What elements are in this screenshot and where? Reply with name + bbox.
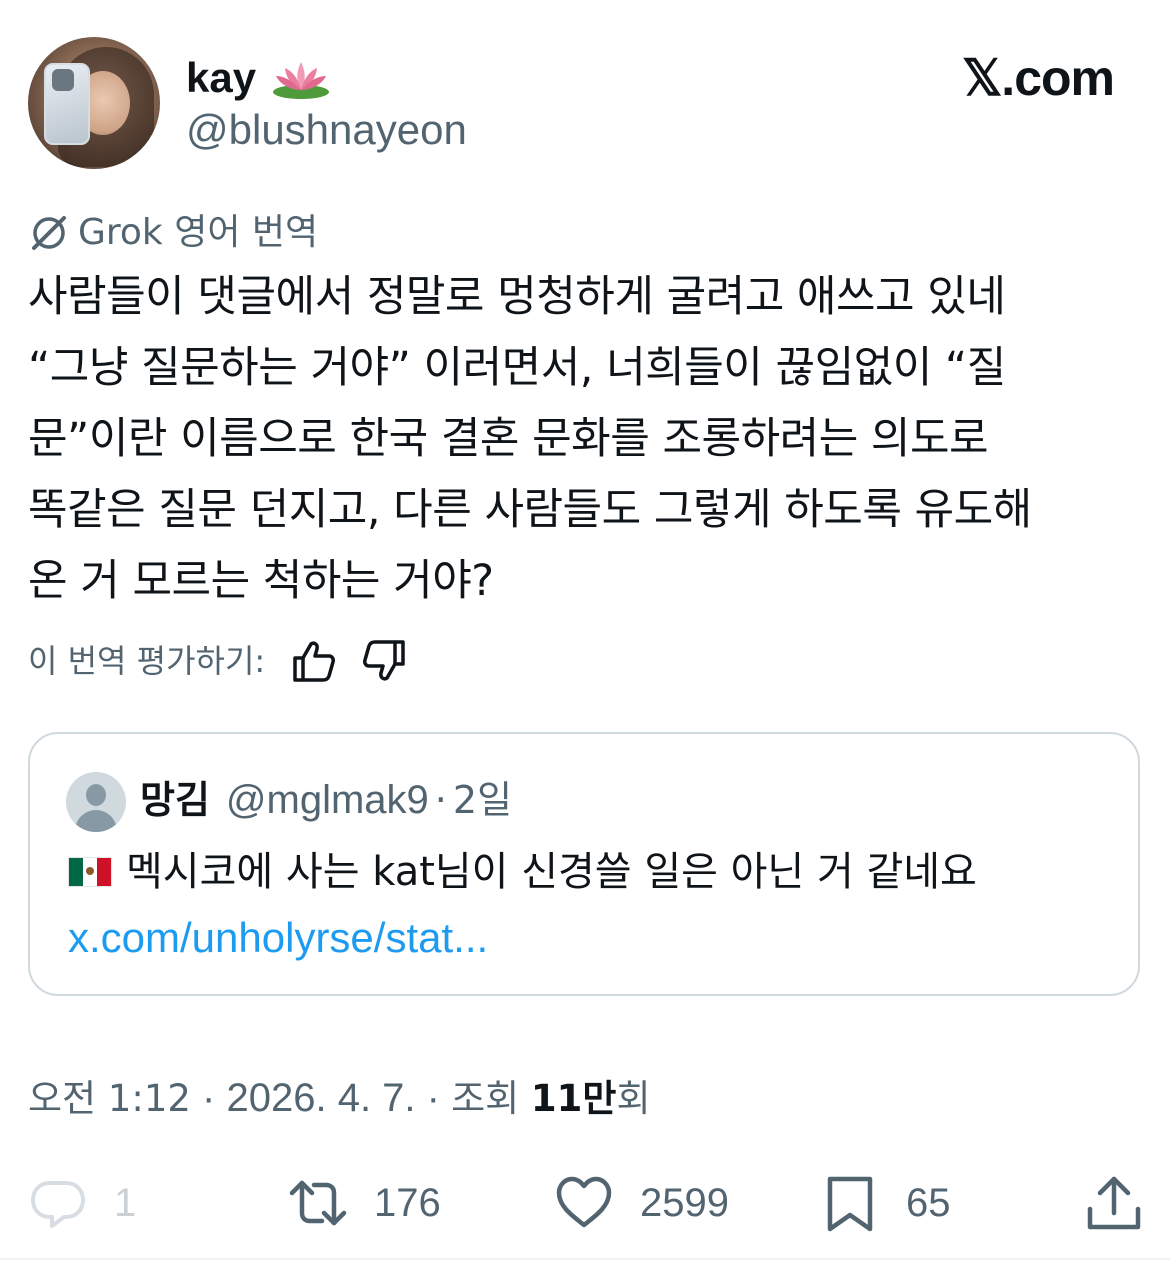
thumbs-up-icon[interactable] (289, 638, 339, 684)
quoted-author-row: 망김 @mglmak9 · 2일 (140, 774, 512, 826)
reply-count: 1 (114, 1180, 137, 1225)
grok-icon (32, 216, 66, 250)
quoted-author-avatar[interactable] (66, 772, 126, 832)
author-display-name[interactable]: kay (186, 52, 256, 104)
rate-translation-label: 이 번역 평가하기: (28, 642, 266, 680)
x-logo: 𝕏.com (962, 50, 1115, 106)
quoted-tweet-card[interactable]: 망김 @mglmak9 · 2일 멕시코에 사는 kat님이 신경쓸 일은 아닌… (28, 732, 1140, 996)
reply-button[interactable]: 1 (28, 1168, 136, 1238)
quoted-tweet-link[interactable]: x.com/unholyrse/stat... (68, 910, 488, 966)
repost-button[interactable]: 176 (288, 1168, 441, 1238)
quoted-tweet-text: 멕시코에 사는 kat님이 신경쓸 일은 아닌 거 같네요 (126, 849, 977, 895)
repost-icon (289, 1180, 347, 1226)
author-handle[interactable]: @blushnayeon (186, 104, 467, 156)
bookmark-button[interactable]: 65 (820, 1168, 951, 1238)
quoted-tweet-text-row: 멕시코에 사는 kat님이 신경쓸 일은 아닌 거 같네요 (68, 844, 977, 900)
share-icon (1087, 1176, 1141, 1230)
tweet-text: 사람들이 댓글에서 정말로 멍청하게 굴려고 애쓰고 있네 “그냥 질문하는 거… (28, 272, 1032, 606)
bookmark-icon (827, 1176, 873, 1232)
quoted-author-handle[interactable]: @mglmak9 (226, 774, 429, 826)
meta-separator-1: · (190, 1076, 227, 1120)
views-count: 11만 (530, 1077, 617, 1120)
bookmark-count: 65 (906, 1180, 951, 1225)
quoted-separator: · (434, 778, 447, 822)
like-count: 2599 (640, 1180, 729, 1225)
author-avatar[interactable] (28, 37, 160, 169)
thumbs-down-icon[interactable] (359, 638, 409, 684)
author-name-row: kay (186, 52, 332, 104)
heart-icon (556, 1176, 612, 1228)
grok-translation-label: Grok 영어 번역 (28, 209, 318, 257)
mexico-flag-icon (68, 857, 112, 887)
default-avatar-body (75, 810, 117, 832)
tweet-date[interactable]: 2026. 4. 7. (226, 1076, 415, 1120)
reply-icon (31, 1181, 85, 1228)
bottom-divider (0, 1258, 1170, 1260)
quoted-timestamp[interactable]: 2일 (453, 774, 512, 826)
avatar-phone-camera (52, 69, 74, 91)
default-avatar-head (86, 784, 106, 806)
quoted-author-name[interactable]: 망김 (140, 774, 210, 826)
meta-separator-2: · (415, 1076, 452, 1120)
action-bar: 1 176 2599 65 (0, 1168, 1170, 1238)
tweet-time[interactable]: 오전 1:12 (28, 1077, 191, 1120)
like-button[interactable]: 2599 (554, 1168, 729, 1238)
tweet-meta: 오전 1:12 · 2026. 4. 7. · 조회 11만회 (28, 1070, 651, 1127)
rate-translation-row: 이 번역 평가하기: (28, 638, 409, 684)
translation-label-text: Grok 영어 번역 (78, 212, 319, 253)
views-label-pre: 조회 (451, 1077, 531, 1120)
lotus-icon (273, 62, 330, 99)
views-label-post: 회 (616, 1077, 651, 1120)
share-button[interactable] (1084, 1168, 1144, 1238)
repost-count: 176 (374, 1180, 441, 1225)
